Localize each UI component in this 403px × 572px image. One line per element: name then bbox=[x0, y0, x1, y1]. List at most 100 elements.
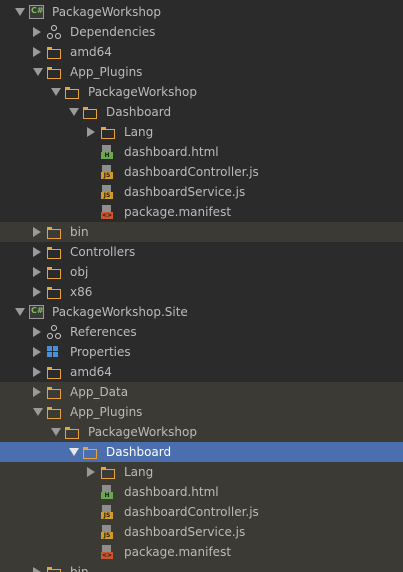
chevron-right-icon[interactable] bbox=[33, 367, 41, 377]
tree-row[interactable]: obj bbox=[0, 262, 403, 282]
tree-row-label: PackageWorkshop bbox=[88, 425, 197, 439]
chevron-right-icon[interactable] bbox=[33, 247, 41, 257]
chevron-right-icon[interactable] bbox=[33, 267, 41, 277]
tree-row-label: Dashboard bbox=[106, 445, 172, 459]
tree-row-label: Lang bbox=[124, 125, 154, 139]
folder-icon bbox=[47, 407, 61, 419]
tree-row[interactable]: amd64 bbox=[0, 42, 403, 62]
chevron-right-icon[interactable] bbox=[87, 127, 95, 137]
tree-row-label: bin bbox=[70, 225, 89, 239]
tree-row[interactable]: JS dashboardService.js bbox=[0, 182, 403, 202]
folder-icon bbox=[47, 567, 61, 572]
tree-row-label: dashboardController.js bbox=[124, 505, 259, 519]
js-file-icon: JS bbox=[101, 505, 113, 519]
manifest-file-icon: <> bbox=[101, 205, 113, 219]
tree-row[interactable]: x86 bbox=[0, 282, 403, 302]
tree-row[interactable]: Hdashboard.html bbox=[0, 482, 403, 502]
tree-row[interactable]: <> package.manifest bbox=[0, 542, 403, 562]
tree-row[interactable]: C# PackageWorkshop.Site bbox=[0, 302, 403, 322]
folder-icon bbox=[65, 87, 79, 99]
tree-row[interactable]: C# PackageWorkshop bbox=[0, 2, 403, 22]
tree-row[interactable]: Lang bbox=[0, 462, 403, 482]
chevron-right-icon[interactable] bbox=[33, 227, 41, 237]
tree-row[interactable]: bin bbox=[0, 222, 403, 242]
tree-row-label: Dependencies bbox=[70, 25, 156, 39]
tree-row-label: package.manifest bbox=[124, 545, 232, 559]
tree-row[interactable]: JS dashboardController.js bbox=[0, 502, 403, 522]
tree-row-label: Controllers bbox=[70, 245, 136, 259]
chevron-right-icon[interactable] bbox=[33, 387, 41, 397]
tree-row-label: dashboardService.js bbox=[124, 185, 246, 199]
manifest-file-icon: <> bbox=[101, 545, 113, 559]
tree-row[interactable]: bin bbox=[0, 562, 403, 572]
tree-row-label: dashboardController.js bbox=[124, 165, 259, 179]
tree-row-label: dashboardService.js bbox=[124, 525, 246, 539]
tree-row-label: amd64 bbox=[70, 45, 112, 59]
tree-row[interactable]: JS dashboardController.js bbox=[0, 162, 403, 182]
chevron-down-icon[interactable] bbox=[69, 448, 79, 456]
tree-row[interactable]: App_Plugins bbox=[0, 402, 403, 422]
chevron-right-icon[interactable] bbox=[33, 287, 41, 297]
chevron-down-icon[interactable] bbox=[69, 108, 79, 116]
tree-row-label: App_Plugins bbox=[70, 405, 143, 419]
folder-icon bbox=[83, 107, 97, 119]
tree-row[interactable]: Lang bbox=[0, 122, 403, 142]
tree-row-label: Properties bbox=[70, 345, 131, 359]
tree-row-label: App_Plugins bbox=[70, 65, 143, 79]
chevron-right-icon[interactable] bbox=[33, 347, 41, 357]
dependencies-icon bbox=[47, 25, 61, 39]
tree-row[interactable]: PackageWorkshop bbox=[0, 82, 403, 102]
csharp-project-icon: C# bbox=[29, 5, 44, 19]
tree-row[interactable]: References bbox=[0, 322, 403, 342]
folder-icon bbox=[83, 447, 97, 459]
tree-row-label: Dashboard bbox=[106, 105, 172, 119]
folder-icon bbox=[47, 47, 61, 59]
folder-icon bbox=[65, 427, 79, 439]
js-file-icon: JS bbox=[101, 525, 113, 539]
tree-row-label: amd64 bbox=[70, 365, 112, 379]
chevron-down-icon[interactable] bbox=[15, 8, 25, 16]
folder-icon bbox=[47, 247, 61, 259]
csharp-project-icon: C# bbox=[29, 305, 44, 319]
tree-row-label: x86 bbox=[70, 285, 93, 299]
properties-icon bbox=[47, 346, 59, 358]
chevron-down-icon[interactable] bbox=[33, 68, 43, 76]
chevron-right-icon[interactable] bbox=[33, 327, 41, 337]
html-file-icon: H bbox=[101, 485, 113, 499]
folder-icon bbox=[47, 227, 61, 239]
tree-row-label: package.manifest bbox=[124, 205, 232, 219]
tree-row[interactable]: Dependencies bbox=[0, 22, 403, 42]
tree-row[interactable]: amd64 bbox=[0, 362, 403, 382]
chevron-right-icon[interactable] bbox=[87, 467, 95, 477]
solution-explorer-tree: C# PackageWorkshop Dependencies amd64 App_Pl… bbox=[0, 0, 403, 572]
tree-row-label: Lang bbox=[124, 465, 154, 479]
folder-icon bbox=[101, 127, 115, 139]
tree-row-label: PackageWorkshop bbox=[52, 5, 161, 19]
chevron-down-icon[interactable] bbox=[51, 428, 61, 436]
chevron-right-icon[interactable] bbox=[33, 27, 41, 37]
tree-row[interactable]: <> package.manifest bbox=[0, 202, 403, 222]
tree-row[interactable]: Hdashboard.html bbox=[0, 142, 403, 162]
tree-row-label: References bbox=[70, 325, 137, 339]
tree-row[interactable]: JS dashboardService.js bbox=[0, 522, 403, 542]
tree-row-label: App_Data bbox=[70, 385, 129, 399]
tree-row-label: bin bbox=[70, 565, 89, 572]
chevron-right-icon[interactable] bbox=[33, 47, 41, 57]
chevron-down-icon[interactable] bbox=[33, 408, 43, 416]
chevron-down-icon[interactable] bbox=[15, 308, 25, 316]
tree-row-label: PackageWorkshop.Site bbox=[52, 305, 188, 319]
tree-row[interactable]: Controllers bbox=[0, 242, 403, 262]
tree-row[interactable]: Dashboard bbox=[0, 102, 403, 122]
chevron-down-icon[interactable] bbox=[51, 88, 61, 96]
chevron-right-icon[interactable] bbox=[33, 567, 41, 572]
folder-icon bbox=[47, 67, 61, 79]
tree-row-label: dashboard.html bbox=[124, 485, 219, 499]
tree-row[interactable]: Properties bbox=[0, 342, 403, 362]
folder-icon bbox=[47, 267, 61, 279]
tree-row[interactable]: Dashboard bbox=[0, 442, 403, 462]
tree-row-label: dashboard.html bbox=[124, 145, 219, 159]
tree-row[interactable]: PackageWorkshop bbox=[0, 422, 403, 442]
tree-row[interactable]: App_Data bbox=[0, 382, 403, 402]
folder-icon bbox=[47, 387, 61, 399]
tree-row[interactable]: App_Plugins bbox=[0, 62, 403, 82]
